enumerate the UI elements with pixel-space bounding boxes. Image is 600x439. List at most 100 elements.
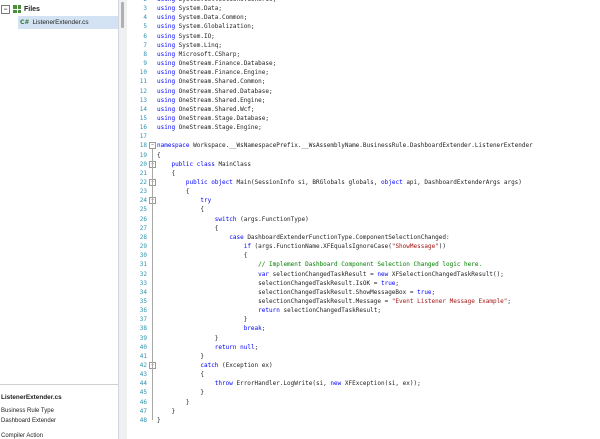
business-rule-type-value: Dashboard Extender (1, 418, 57, 424)
code-text: case DashboardExtenderFunctionType.Compo… (229, 233, 450, 241)
code-line[interactable]: 32 var selectionChangedTaskResult = new … (127, 270, 600, 279)
line-number: 46 (139, 398, 147, 406)
code-line[interactable]: 26 switch (args.FunctionType) (127, 215, 600, 224)
code-line[interactable]: 4 using System.Data.Common; (127, 13, 600, 22)
code-text: { (157, 169, 176, 177)
code-line[interactable]: 27 { (127, 224, 600, 233)
code-text: { (157, 188, 190, 196)
line-number: 29 (139, 243, 147, 251)
code-line[interactable]: 23 { (127, 187, 600, 196)
code-line[interactable]: 30 { (127, 251, 600, 260)
code-line[interactable]: 7 using System.Linq; (127, 41, 600, 50)
code-line[interactable]: 39 } (127, 334, 600, 343)
code-line[interactable]: 19 { (127, 151, 600, 160)
code-text: using OneStream.Stage.Database; (157, 114, 269, 122)
code-text: using System.Data.Common; (157, 14, 248, 22)
code-line[interactable]: 35 selectionChangedTaskResult.Message = … (127, 297, 600, 306)
code-text: using OneStream.Shared.Wcf; (157, 105, 255, 113)
line-number: 10 (139, 69, 147, 77)
code-line[interactable]: 47 } (127, 407, 600, 416)
line-number: 17 (139, 133, 147, 141)
line-number: 38 (139, 325, 147, 333)
line-number: 36 (139, 307, 147, 315)
line-number: 21 (139, 169, 147, 177)
files-folder-node[interactable]: − Files (0, 2, 40, 16)
file-item-listenerextender[interactable]: C# ListenerExtender.cs (18, 16, 118, 29)
code-text: using OneStream.Finance.Engine; (157, 69, 269, 77)
code-line[interactable]: 13 using OneStream.Shared.Engine; (127, 96, 600, 105)
code-line[interactable]: 44 throw ErrorHandler.LogWrite(si, new X… (127, 379, 600, 388)
code-line[interactable]: 36 return selectionChangedTaskResult; (127, 306, 600, 315)
line-number: 37 (139, 316, 147, 324)
code-line[interactable]: 21 { (127, 169, 600, 178)
code-text: using OneStream.Finance.Database; (157, 60, 277, 68)
line-number: 45 (139, 389, 147, 397)
line-number: 35 (139, 297, 147, 305)
code-line[interactable]: 48} (127, 416, 600, 425)
line-number: 39 (139, 334, 147, 342)
code-line[interactable]: 10 using OneStream.Finance.Engine; (127, 68, 600, 77)
code-editor[interactable]: 2using System.Collections.Generic;3using… (127, 0, 600, 439)
line-number: 33 (139, 279, 147, 287)
code-line[interactable]: 9 using OneStream.Finance.Database; (127, 59, 600, 68)
code-line[interactable]: 34 selectionChangedTaskResult.ShowMessag… (127, 288, 600, 297)
line-number: 18 (139, 142, 147, 150)
line-number: 6 (143, 32, 147, 40)
line-number: 20 (139, 160, 147, 168)
line-number: 15 (139, 114, 147, 122)
line-number: 31 (139, 261, 147, 269)
line-number: 32 (139, 270, 147, 278)
code-line[interactable]: 16 using OneStream.Stage.Engine; (127, 123, 600, 132)
code-line[interactable]: 20− public class MainClass (127, 160, 600, 169)
code-text: if (args.FunctionName.XFEqualsIgnoreCase… (243, 243, 447, 251)
code-line[interactable]: 22− public object Main(SessionInfo si, B… (127, 178, 600, 187)
code-line[interactable]: 40 return null; (127, 343, 600, 352)
code-line[interactable]: 46 } (127, 398, 600, 407)
code-line[interactable]: 37 } (127, 315, 600, 324)
fold-guide (152, 204, 153, 356)
line-number: 42 (139, 362, 147, 369)
code-text: } (157, 334, 219, 342)
line-number: 3 (143, 5, 147, 13)
code-line[interactable]: 42− catch (Exception ex) (127, 361, 600, 370)
code-text: using OneStream.Stage.Engine; (157, 124, 262, 132)
code-line[interactable]: 17 (127, 132, 600, 141)
code-line[interactable]: 45 } (127, 388, 600, 397)
code-line[interactable]: 25 { (127, 205, 600, 214)
code-text: } (157, 316, 248, 324)
line-number: 22 (139, 179, 147, 186)
code-line[interactable]: 41 } (127, 352, 600, 361)
code-line[interactable]: 29 if (args.FunctionName.XFEqualsIgnoreC… (127, 242, 600, 251)
code-line[interactable]: 11 using OneStream.Shared.Common; (127, 77, 600, 86)
line-number: 47 (139, 407, 147, 415)
solution-explorer-panel: − Files C# ListenerExtender.cs ListenerE… (0, 0, 118, 439)
code-line[interactable]: 14 using OneStream.Shared.Wcf; (127, 105, 600, 114)
code-line[interactable]: 6 using System.IO; (127, 32, 600, 41)
code-text: switch (args.FunctionType) (214, 215, 309, 223)
fold-toggle-icon[interactable]: − (149, 142, 156, 150)
files-folder-label: Files (24, 5, 40, 13)
code-text: { (157, 371, 204, 379)
code-line[interactable]: 8 using Microsoft.CSharp; (127, 50, 600, 59)
code-line[interactable]: 18− namespace Workspace.__WsNamespacePref… (127, 141, 600, 150)
code-line[interactable]: 33 selectionChangedTaskResult.IsOK = tru… (127, 279, 600, 288)
code-line[interactable]: 5 using System.Globalization; (127, 22, 600, 31)
code-line[interactable]: 28 case DashboardExtenderFunctionType.Co… (127, 233, 600, 242)
code-line[interactable]: 38 break; (127, 324, 600, 333)
code-text: selectionChangedTaskResult.IsOK = true; (157, 279, 400, 287)
line-number: 34 (139, 288, 147, 296)
code-text: using OneStream.Shared.Common; (157, 78, 266, 86)
line-number: 7 (143, 41, 147, 49)
code-line[interactable]: 12 using OneStream.Shared.Database; (127, 87, 600, 96)
line-number: 23 (139, 188, 147, 196)
code-text: using OneStream.Shared.Engine; (157, 96, 266, 104)
code-line[interactable]: 24− try (127, 196, 600, 205)
code-line[interactable]: 15 using OneStream.Stage.Database; (127, 114, 600, 123)
panel-splitter[interactable] (0, 384, 118, 385)
code-line[interactable]: 43 { (127, 370, 600, 379)
code-line[interactable]: 3 using System.Data; (127, 4, 600, 13)
line-number: 41 (139, 352, 147, 360)
code-line[interactable]: 31 // Implement Dashboard Component Sele… (127, 260, 600, 269)
scrollbar-thumb[interactable] (121, 2, 124, 28)
collapse-toggle-icon[interactable]: − (1, 4, 10, 14)
